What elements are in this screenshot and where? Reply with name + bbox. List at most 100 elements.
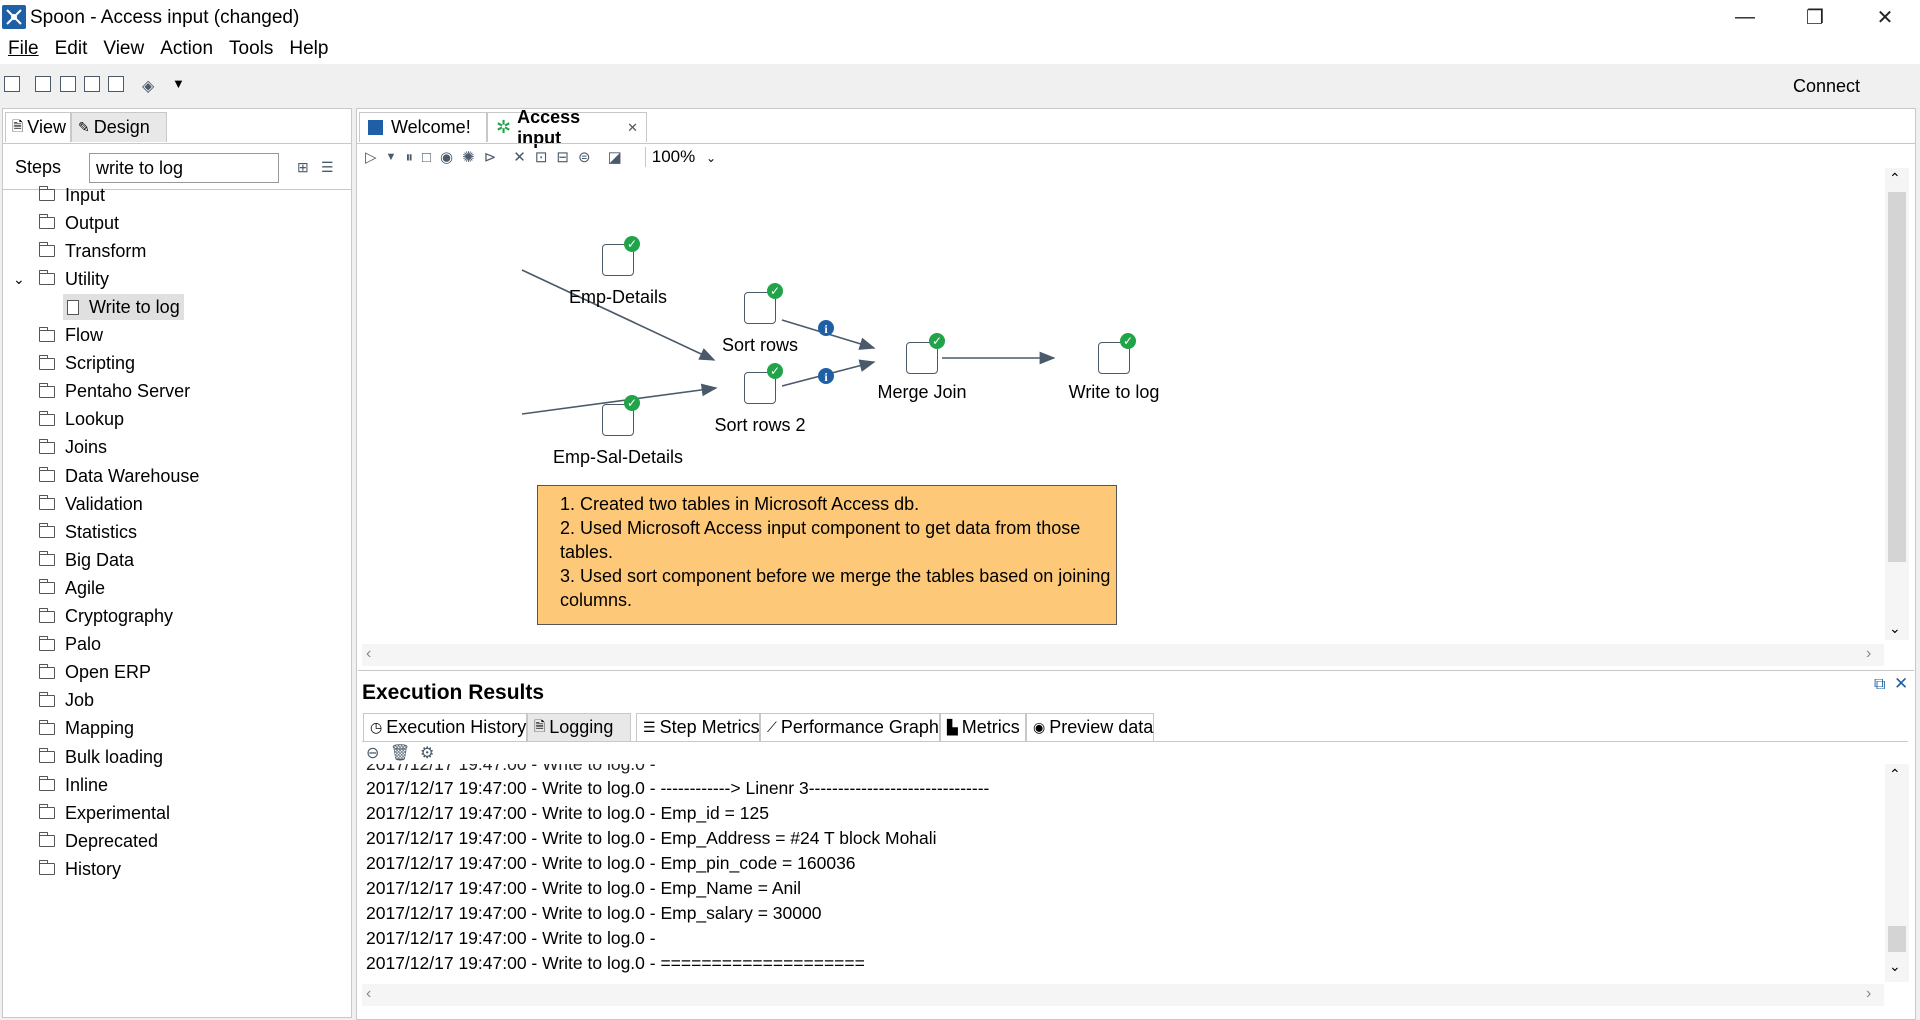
scroll-up-icon[interactable]: ⌃ (1889, 766, 1901, 783)
tree-folder-input[interactable]: Input (39, 182, 105, 208)
tree-folder-joins[interactable]: Joins (39, 435, 107, 461)
open-file-icon[interactable] (35, 76, 51, 92)
log-vertical-scrollbar[interactable]: ⌃ ⌄ (1885, 764, 1909, 982)
scroll-left-icon[interactable]: ‹ (366, 645, 371, 663)
tree-folder-utility[interactable]: ⌄ Utility (13, 266, 109, 292)
preview-icon[interactable]: ◉ (440, 148, 453, 166)
tab-preview-data[interactable]: ◉ Preview data (1026, 713, 1154, 741)
tree-item-label: Open ERP (65, 662, 152, 683)
collapse-tree-icon[interactable]: ⊞ (297, 159, 309, 176)
tree-item-label: Flow (65, 325, 104, 345)
tab-execution-history[interactable]: ◷ Execution History (363, 713, 527, 741)
tree-folder-experimental[interactable]: Experimental (39, 800, 170, 826)
menu-action[interactable]: Action (152, 38, 221, 60)
note-line: tables. (560, 542, 614, 562)
scroll-right-icon[interactable]: › (1866, 645, 1871, 663)
verify-icon[interactable]: ✕ (513, 148, 526, 166)
hide-rows-icon[interactable]: ⊖ (366, 743, 379, 763)
restore-button[interactable]: ❐ (1780, 0, 1850, 34)
tab-performance-graph[interactable]: ⟋ Performance Graph (760, 713, 940, 741)
minimize-button[interactable]: — (1710, 0, 1780, 34)
explore-db-icon[interactable]: ⊜ (578, 148, 591, 166)
tab-view[interactable]: 🗎 View (5, 112, 71, 142)
tree-folder-scripting[interactable]: Scripting (39, 351, 135, 377)
design-panel: 🗎 View ✎ Design Steps ⊞ ☰ Input Output Tra… (2, 108, 352, 1018)
tree-folder-lookup[interactable]: Lookup (39, 407, 124, 433)
note-line: columns. (560, 590, 633, 610)
canvas-horizontal-scrollbar[interactable]: ‹ › (362, 644, 1884, 666)
impact-icon[interactable]: ⊡ (535, 148, 548, 166)
log-text-area[interactable]: 2017/12/17 19:47:00 - Write to log.0 - 2… (362, 764, 1884, 982)
menu-view[interactable]: View (95, 38, 152, 60)
tab-label: Step Metrics (659, 717, 760, 737)
replay-icon[interactable]: ⊳ (484, 148, 497, 166)
tree-folder-bulk-loading[interactable]: Bulk loading (39, 744, 163, 770)
tree-folder-deprecated[interactable]: Deprecated (39, 828, 158, 854)
tree-folder-history[interactable]: History (39, 856, 121, 882)
tab-metrics[interactable]: ▙ Metrics (940, 713, 1026, 741)
menu-help[interactable]: Help (281, 38, 336, 60)
tree-step-write-to-log[interactable]: Write to log (63, 294, 184, 321)
tree-folder-statistics[interactable]: Statistics (39, 519, 137, 545)
menu-file[interactable]: File (0, 38, 47, 60)
sql-icon[interactable]: ⊟ (556, 148, 569, 166)
tree-folder-inline[interactable]: Inline (39, 772, 108, 798)
close-tab-icon[interactable]: ✕ (627, 120, 638, 136)
step-search-input[interactable] (89, 153, 279, 183)
perspective-dropdown-icon[interactable]: ▼ (172, 76, 185, 91)
expand-tree-icon[interactable]: ☰ (321, 159, 334, 176)
save-icon[interactable] (84, 76, 100, 92)
tree-folder-pentaho-server[interactable]: Pentaho Server (39, 379, 190, 405)
tree-folder-job[interactable]: Job (39, 688, 94, 714)
scroll-down-icon[interactable]: ⌄ (1889, 958, 1901, 975)
step-label: Merge Join (877, 382, 967, 402)
stop-icon[interactable]: □ (422, 149, 431, 166)
pause-icon[interactable]: ⏸ (405, 149, 413, 166)
tab-logging[interactable]: 🗎 Logging (527, 713, 631, 741)
zoom-select[interactable]: 100% ⌄ (644, 147, 716, 167)
tree-folder-cryptography[interactable]: Cryptography (39, 604, 173, 630)
tab-design[interactable]: ✎ Design (71, 112, 167, 142)
tree-folder-data-warehouse[interactable]: Data Warehouse (39, 463, 199, 489)
close-panel-icon[interactable]: ✕ (1894, 674, 1908, 694)
tree-folder-transform[interactable]: Transform (39, 238, 146, 264)
scroll-left-icon[interactable]: ‹ (366, 985, 371, 1003)
log-horizontal-scrollbar[interactable]: ‹ › (362, 984, 1884, 1006)
debug-icon[interactable]: ✺ (462, 148, 475, 166)
scroll-up-icon[interactable]: ⌃ (1889, 170, 1901, 187)
tree-folder-mapping[interactable]: Mapping (39, 716, 134, 742)
tree-folder-big-data[interactable]: Big Data (39, 547, 134, 573)
tree-folder-flow[interactable]: Flow (39, 323, 103, 349)
tree-item-label: Transform (65, 240, 147, 261)
menu-tools[interactable]: Tools (221, 38, 281, 60)
save-as-icon[interactable] (108, 76, 124, 92)
clear-log-icon[interactable]: 🗑 (390, 743, 410, 763)
log-settings-icon[interactable]: ⚙ (420, 743, 434, 763)
tree-folder-output[interactable]: Output (39, 210, 119, 236)
run-options-dropdown-icon[interactable]: ▼ (386, 151, 397, 163)
tab-step-metrics[interactable]: ☰ Step Metrics (636, 713, 760, 741)
connect-button[interactable]: Connect (1793, 76, 1860, 97)
maximize-panel-icon[interactable]: ⧉ (1874, 676, 1885, 694)
tree-folder-validation[interactable]: Validation (39, 491, 143, 517)
tree-folder-palo[interactable]: Palo (39, 632, 101, 658)
expand-chevron-icon[interactable]: ⌄ (13, 271, 25, 288)
show-results-icon[interactable]: ◪ (608, 148, 622, 166)
folder-icon (39, 832, 55, 848)
explore-repository-icon[interactable] (60, 76, 76, 92)
canvas-note[interactable]: 1. Created two tables in Microsoft Acces… (537, 485, 1117, 625)
tab-welcome[interactable]: Welcome! (359, 112, 487, 142)
run-icon[interactable]: ▷ (365, 148, 377, 166)
log-scroll-thumb[interactable] (1888, 926, 1906, 952)
tree-folder-agile[interactable]: Agile (39, 575, 105, 601)
tree-folder-open-erp[interactable]: Open ERP (39, 660, 151, 686)
menu-edit[interactable]: Edit (47, 38, 96, 60)
scroll-down-icon[interactable]: ⌄ (1889, 620, 1901, 637)
folder-icon (39, 579, 55, 595)
perspective-layers-icon[interactable]: ◈ (142, 76, 154, 96)
new-file-icon[interactable] (4, 76, 20, 92)
close-button[interactable]: ✕ (1850, 0, 1920, 34)
scroll-right-icon[interactable]: › (1866, 985, 1871, 1003)
tab-access-input[interactable]: ✲ Access input ✕ (487, 107, 647, 148)
canvas-vertical-scroll-thumb[interactable] (1888, 192, 1906, 562)
